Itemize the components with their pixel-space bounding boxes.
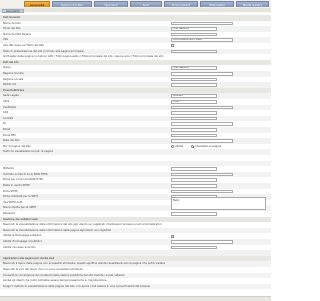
footer-text-area[interactable]: Testo: [171, 197, 266, 210]
text-field[interactable]: [171, 139, 233, 143]
row-label: Scegli il metodo di visualizzazione dell…: [3, 284, 151, 288]
text-field[interactable]: Indirizzo: [171, 94, 217, 98]
tab-site-options[interactable]: Opzioni del Sito: [52, 1, 92, 7]
text-field[interactable]: [171, 189, 233, 194]
tab-operators[interactable]: Operatori: [94, 1, 128, 7]
radio-show-on-page[interactable]: [191, 145, 194, 149]
text-field[interactable]: [171, 167, 217, 171]
radio-enable[interactable]: [171, 145, 174, 149]
checkbox[interactable]: [171, 44, 174, 48]
text-field[interactable]: [171, 116, 217, 121]
checkbox[interactable]: [171, 234, 174, 238]
section-title: Generalità: [2, 9, 24, 13]
tab-general[interactable]: Generalità: [24, 1, 50, 7]
text-field[interactable]: [171, 245, 217, 250]
tab-environment[interactable]: Environment: [164, 1, 198, 7]
text-field[interactable]: città: [171, 100, 217, 104]
section-strip: [0, 8, 271, 12]
status-line: [0, 296, 271, 301]
text-field[interactable]: [171, 212, 217, 216]
text-field[interactable]: [171, 184, 217, 188]
text-field[interactable]: [171, 105, 233, 110]
text-field[interactable]: [171, 240, 233, 244]
form-row: Scegli il metodo di visualizzazione dell…: [0, 283, 271, 290]
text-field[interactable]: [171, 72, 233, 76]
text-field[interactable]: [171, 172, 233, 177]
text-field[interactable]: [171, 128, 217, 132]
text-field[interactable]: [171, 49, 217, 54]
text-field[interactable]: [171, 21, 233, 26]
tab-sorti[interactable]: Sorti: [130, 1, 162, 7]
text-field[interactable]: [171, 111, 217, 115]
text-field[interactable]: [171, 32, 217, 37]
text-field[interactable]: [171, 77, 217, 82]
text-field[interactable]: [171, 133, 217, 138]
text-field[interactable]: CISL Network: [171, 27, 217, 31]
text-field[interactable]: [171, 122, 233, 126]
text-field[interactable]: CISL Network: [171, 66, 217, 70]
text-field[interactable]: Coordinatore Nord Italia: [171, 38, 233, 42]
tab-media-gallery[interactable]: Media Gallery: [236, 1, 269, 7]
tab-webmaster[interactable]: Webmaster: [200, 1, 234, 7]
text-field[interactable]: [171, 83, 217, 87]
text-field[interactable]: [171, 178, 217, 182]
